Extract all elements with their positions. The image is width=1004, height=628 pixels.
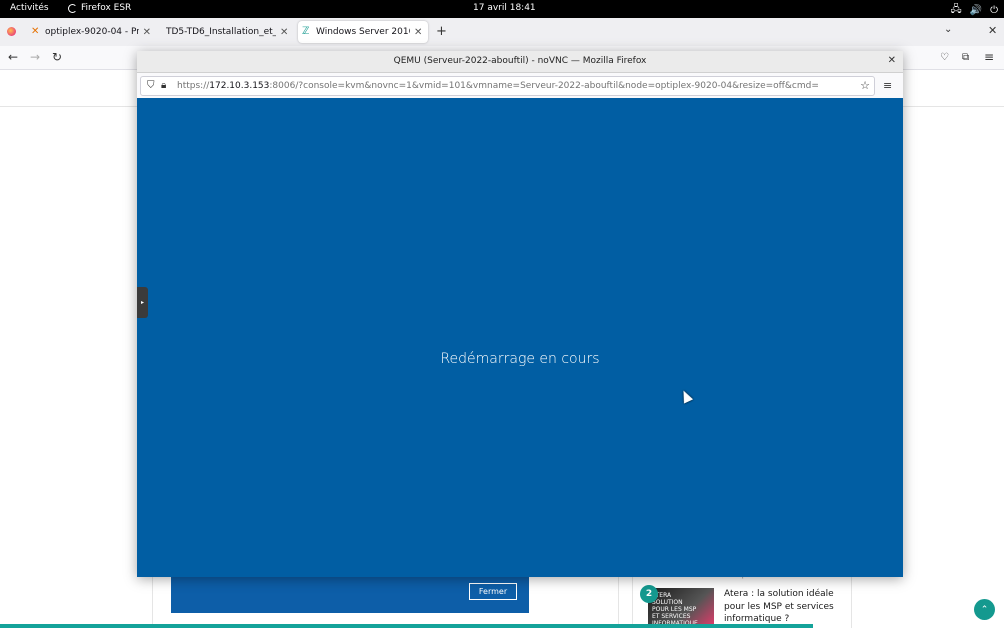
- forward-icon[interactable]: →: [30, 50, 40, 64]
- tab-title: Windows Server 2016 : Installation: [316, 27, 410, 37]
- firefox-view-icon[interactable]: [7, 27, 16, 36]
- shield-icon[interactable]: ⛉: [147, 80, 155, 91]
- popup-close-icon[interactable]: ✕: [888, 55, 896, 66]
- new-tab-button[interactable]: +: [436, 24, 447, 39]
- article-title-link[interactable]: Atera : la solution idéale pour les MSP …: [724, 588, 842, 626]
- clock[interactable]: 17 avril 18:41: [473, 3, 536, 13]
- close-notice-button[interactable]: Fermer: [469, 583, 517, 600]
- scroll-to-top-button[interactable]: ⌃: [974, 599, 995, 620]
- cookie-notice: Fermer: [171, 574, 529, 613]
- tab-close-icon[interactable]: ✕: [414, 27, 422, 38]
- tab-proxmox[interactable]: ✕ optiplex-9020-04 - Proxmox ✕: [27, 21, 155, 43]
- thumbnail-text: ATERA SOLUTION POUR LES MSP ET SERVICES …: [652, 592, 698, 627]
- tab-windows-server[interactable]: ℤ Windows Server 2016 : Installation ✕: [298, 21, 428, 43]
- app-menu[interactable]: Firefox ESR: [68, 3, 131, 13]
- popup-url-bar: ⛉ 🔒︎ https://172.10.3.153:8006/?console=…: [137, 73, 903, 98]
- console-status-message: Redémarrage en cours: [440, 351, 600, 367]
- tab-title: TD5-TD6_Installation_et_configuration: [166, 27, 276, 37]
- url-text: https://172.10.3.153:8006/?console=kvm&n…: [177, 81, 819, 91]
- novnc-popup-window: QEMU (Serveur-2022-abouftil) - noVNC — M…: [137, 51, 903, 577]
- bookmark-star-icon[interactable]: ☆: [860, 79, 870, 92]
- article-rank-badge: 2: [640, 585, 658, 603]
- chevron-up-icon: ⌃: [980, 604, 989, 615]
- activities-button[interactable]: Activités: [10, 3, 49, 13]
- popup-title-bar[interactable]: QEMU (Serveur-2022-abouftil) - noVNC — M…: [137, 51, 903, 73]
- tab-close-icon[interactable]: ✕: [280, 27, 288, 38]
- reload-icon[interactable]: ↻: [52, 50, 62, 64]
- firefox-icon: [68, 3, 77, 13]
- url-field[interactable]: ⛉ 🔒︎ https://172.10.3.153:8006/?console=…: [140, 76, 875, 96]
- lock-icon[interactable]: 🔒︎: [161, 80, 166, 91]
- reading-progress-bar: [0, 624, 814, 628]
- popup-window-title: QEMU (Serveur-2022-abouftil) - noVNC — M…: [393, 56, 647, 66]
- system-top-bar: Activités Firefox ESR 17 avril 18:41 🖧 🔊…: [0, 0, 1004, 18]
- volume-icon: 🔊: [969, 5, 983, 16]
- it-connect-icon: ℤ: [302, 26, 310, 37]
- window-close-icon[interactable]: ✕: [988, 24, 997, 37]
- pocket-icon[interactable]: ♡: [940, 52, 949, 63]
- extensions-icon[interactable]: ⧉: [962, 52, 969, 63]
- tab-title: optiplex-9020-04 - Proxmox: [45, 27, 139, 37]
- proxmox-icon: ✕: [31, 26, 40, 37]
- tab-close-icon[interactable]: ✕: [143, 27, 151, 38]
- power-icon: ⏻: [990, 5, 998, 16]
- vnc-console[interactable]: ▸ Redémarrage en cours: [137, 98, 903, 577]
- popup-menu-icon[interactable]: ≡: [883, 79, 892, 92]
- app-name: Firefox ESR: [81, 3, 132, 13]
- network-icon: 🖧: [950, 4, 962, 15]
- tab-strip: ✕ optiplex-9020-04 - Proxmox ✕ TD5-TD6_I…: [0, 18, 1004, 46]
- system-tray[interactable]: 🖧 🔊 ⏻: [950, 2, 998, 19]
- tab-list-chevron-icon[interactable]: ⌄: [944, 24, 952, 35]
- menu-icon[interactable]: ≡: [984, 50, 994, 64]
- novnc-sidebar-handle[interactable]: ▸: [137, 287, 148, 318]
- tab-td5[interactable]: TD5-TD6_Installation_et_configuration ✕: [162, 21, 293, 43]
- back-icon[interactable]: ←: [8, 50, 18, 64]
